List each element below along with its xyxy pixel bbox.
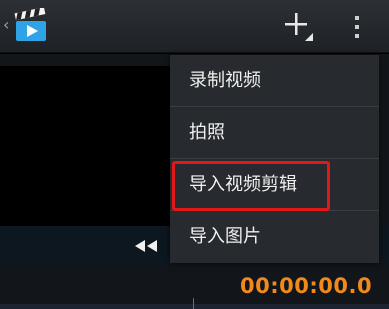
add-icon[interactable] [283,10,317,44]
highlight-box [172,161,330,211]
timecode: 00:00:00.0 [240,274,373,298]
menu-item-take-photo[interactable]: 拍照 [170,107,379,159]
back-chevron-icon[interactable]: ‹ [3,15,13,35]
menu-item-record-video[interactable]: 录制视频 [170,55,379,107]
rewind-icon[interactable] [133,238,159,254]
playhead-marker [193,298,194,309]
action-bar: ‹ [0,0,389,53]
clapperboard-icon[interactable] [13,8,49,44]
overflow-icon[interactable] [352,14,362,40]
timeline-strip[interactable] [0,304,389,309]
overflow-menu: 录制视频 拍照 导入视频剪辑 导入图片 [170,55,379,263]
menu-item-import-image[interactable]: 导入图片 [170,211,379,263]
